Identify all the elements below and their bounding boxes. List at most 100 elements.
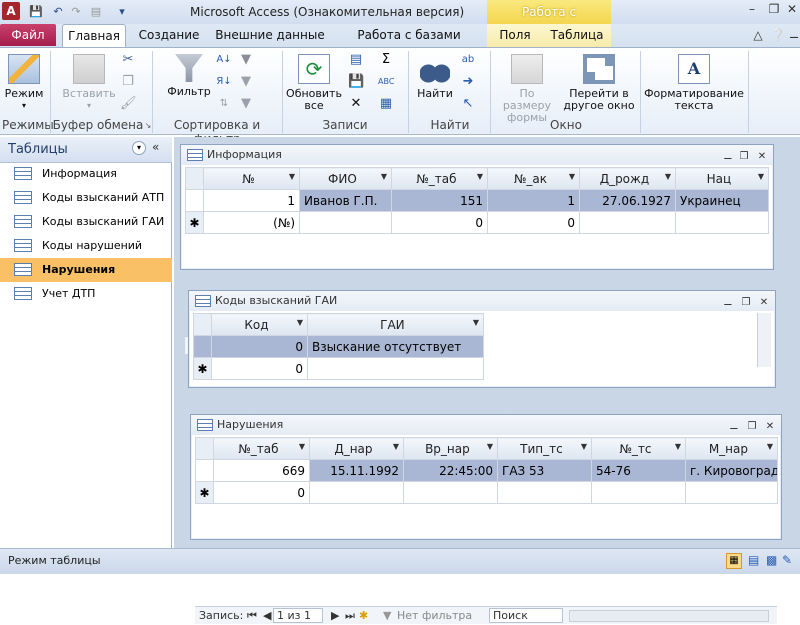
chevron-down-icon[interactable]: ▼	[477, 172, 483, 181]
customize-toolbar-icon[interactable]: ▾	[114, 4, 130, 20]
text-formatting-button[interactable]: A Форматирование текста	[644, 54, 744, 112]
undo-icon[interactable]: ↶	[50, 4, 66, 20]
new-record-icon[interactable]: ▤	[348, 52, 364, 68]
select-all-corner[interactable]	[185, 167, 204, 190]
minimize-icon[interactable]: ⚊	[721, 147, 735, 167]
table-cell[interactable]: 0	[213, 481, 310, 504]
save-icon[interactable]: 💾	[28, 4, 44, 20]
table-cell[interactable]: 0	[211, 357, 308, 380]
restore-icon[interactable]: ❐	[737, 147, 751, 167]
window-titlebar[interactable]: Коды взысканий ГАИ ⚊ ❐ ✕	[189, 291, 775, 311]
column-header[interactable]: Нац ▼	[675, 167, 769, 190]
row-selector[interactable]	[185, 189, 204, 212]
datasheet-grid[interactable]: № ▼ ФИО ▼ №_таб ▼ №_ак ▼ Д_рожд ▼ Нац ▼ 1 Иван…	[185, 167, 769, 234]
chevron-down-icon[interactable]: ▼	[487, 442, 493, 451]
table-cell[interactable]: Взыскание отсутствует	[307, 335, 484, 358]
column-header[interactable]: Д_рожд ▼	[579, 167, 676, 190]
column-header[interactable]: Тип_тс ▼	[497, 437, 592, 460]
chevron-down-icon[interactable]: ▼	[381, 172, 387, 181]
close-icon[interactable]: ✕	[782, 2, 800, 18]
table-cell[interactable]	[309, 481, 404, 504]
sidebar-item-uchet-dtp[interactable]: Учет ДТП	[0, 282, 172, 306]
close-icon[interactable]: ✕	[757, 293, 771, 313]
table-cell[interactable]: 54-76	[591, 459, 686, 482]
sort-descending-icon[interactable]: Я↓	[216, 74, 232, 90]
design-view-icon[interactable]: ✎	[782, 553, 792, 567]
table-cell[interactable]: Украинец	[675, 189, 769, 212]
chevron-down-icon[interactable]: ▼	[289, 172, 295, 181]
table-row[interactable]: 669 15.11.1992 22:45:00 ГАЗ 53 54-76 г. …	[195, 459, 778, 482]
table-row[interactable]: 0 Взыскание отсутствует	[193, 335, 484, 358]
window-titlebar[interactable]: Нарушения ⚊ ❐ ✕	[191, 415, 781, 435]
table-cell[interactable]: 1	[203, 189, 300, 212]
tab-external-data[interactable]: Внешние данные	[212, 24, 328, 47]
table-cell[interactable]	[591, 481, 686, 504]
more-records-icon[interactable]: ▦	[378, 96, 394, 112]
chevron-down-icon[interactable]: ▼	[569, 172, 575, 181]
column-header[interactable]: ГАИ ▼	[307, 313, 484, 336]
table-cell[interactable]	[685, 481, 778, 504]
size-to-fit-button[interactable]: По размеру формы	[494, 54, 560, 124]
column-header[interactable]: №_таб ▼	[391, 167, 488, 190]
filter-status-label[interactable]: Нет фильтра	[397, 607, 472, 625]
tab-table[interactable]: Таблица	[548, 24, 606, 47]
vertical-scrollbar[interactable]	[757, 313, 771, 367]
new-record-row[interactable]: ✱ 0	[193, 357, 484, 380]
column-header[interactable]: Д_нар ▼	[309, 437, 404, 460]
prev-record-icon[interactable]: ◀	[263, 607, 271, 625]
chevron-down-icon[interactable]: ▼	[665, 172, 671, 181]
horizontal-scrollbar[interactable]	[569, 610, 769, 622]
close-icon[interactable]: ✕	[763, 417, 777, 437]
table-cell[interactable]: 0	[211, 335, 308, 358]
restore-icon[interactable]: ❐	[739, 293, 753, 313]
chevron-down-icon[interactable]: ▼	[393, 442, 399, 451]
column-header[interactable]: № ▼	[203, 167, 300, 190]
column-header[interactable]: Вр_нар ▼	[403, 437, 498, 460]
clear-sort-icon[interactable]: ⇅	[216, 96, 232, 112]
totals-icon[interactable]: Σ	[378, 52, 394, 68]
minimize-icon[interactable]: ⚊	[721, 293, 735, 313]
goto-icon[interactable]: ➜	[460, 74, 476, 90]
table-cell[interactable]: ГАЗ 53	[497, 459, 592, 482]
table-cell[interactable]: 22:45:00	[403, 459, 498, 482]
navigation-pane-header[interactable]: Таблицы ▾ «	[0, 137, 172, 163]
table-cell[interactable]: 0	[391, 211, 488, 234]
save-record-icon[interactable]: 💾	[348, 74, 364, 90]
cut-icon[interactable]: ✂	[120, 52, 136, 68]
sidebar-item-kody-vzyskaniy-atp[interactable]: Коды взысканий АТП	[0, 186, 172, 210]
delete-record-icon[interactable]: ✕	[348, 96, 364, 112]
record-position-field[interactable]: 1 из 1	[273, 608, 323, 623]
clipboard-icon[interactable]: ▤	[88, 4, 104, 20]
pivot-chart-view-icon[interactable]: ▩	[766, 553, 777, 567]
sidebar-item-narusheniya[interactable]: Нарушения	[0, 258, 172, 282]
column-header[interactable]: Код ▼	[211, 313, 308, 336]
datasheet-grid[interactable]: №_таб ▼ Д_нар ▼ Вр_нар ▼ Тип_тс ▼ №_тс ▼ М_на…	[195, 437, 778, 504]
copy-icon[interactable]: ❐	[120, 74, 136, 90]
close-icon[interactable]: ✕	[755, 147, 769, 167]
chevron-down-icon[interactable]: ▼	[675, 442, 681, 451]
table-row[interactable]: 1 Иванов Г.П. 151 1 27.06.1927 Украинец	[185, 189, 769, 212]
select-all-corner[interactable]	[195, 437, 214, 460]
sort-ascending-icon[interactable]: A↓	[216, 52, 232, 68]
table-cell[interactable]: (№)	[203, 211, 300, 234]
table-window-narusheniya[interactable]: Нарушения ⚊ ❐ ✕ №_таб ▼ Д_нар ▼ Вр_нар ▼ Ти…	[190, 414, 782, 624]
sidebar-item-kody-narusheniy[interactable]: Коды нарушений	[0, 234, 172, 258]
restore-icon[interactable]: ❐	[745, 417, 759, 437]
table-cell[interactable]	[497, 481, 592, 504]
filter-button[interactable]: Фильтр	[164, 54, 214, 98]
tab-home[interactable]: Главная	[62, 24, 126, 47]
new-record-row[interactable]: ✱ (№) 0 0	[185, 211, 769, 234]
table-cell[interactable]: 0	[487, 211, 580, 234]
column-header[interactable]: М_нар ▼	[685, 437, 778, 460]
find-button[interactable]: Найти	[414, 54, 456, 100]
chevron-down-icon[interactable]: ▼	[581, 442, 587, 451]
access-app-icon[interactable]: A	[2, 2, 20, 20]
table-cell[interactable]: Иванов Г.П.	[299, 189, 392, 212]
window-titlebar[interactable]: Информация ⚊ ❐ ✕	[181, 145, 773, 165]
restore-icon[interactable]: ❐	[764, 2, 784, 18]
select-all-corner[interactable]	[193, 313, 212, 336]
paste-button[interactable]: Вставить ▾	[62, 54, 116, 112]
table-cell[interactable]: 27.06.1927	[579, 189, 676, 212]
column-header[interactable]: ФИО ▼	[299, 167, 392, 190]
column-header[interactable]: №_тс ▼	[591, 437, 686, 460]
